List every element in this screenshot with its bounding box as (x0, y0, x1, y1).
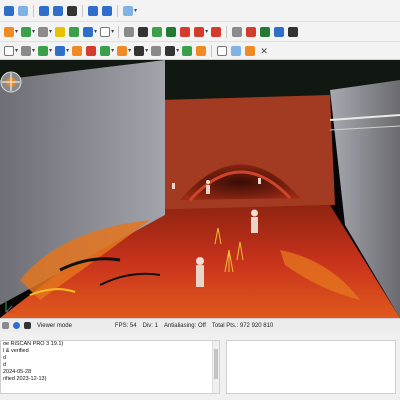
flag-icon[interactable] (245, 45, 256, 56)
total-points-readout: Total Pts.: 972 920 810 (211, 322, 274, 329)
plane-icon[interactable] (165, 45, 176, 56)
scanner-icon[interactable] (86, 45, 97, 56)
separator (33, 4, 34, 17)
measure-icon[interactable] (100, 45, 111, 56)
color-icon[interactable] (83, 26, 94, 37)
point-cloud-viewport[interactable] (0, 60, 400, 318)
person-figure (206, 180, 210, 194)
copy-icon[interactable] (217, 45, 228, 56)
cube-icon[interactable] (152, 26, 163, 37)
separator (226, 25, 228, 38)
axis-icon[interactable] (180, 26, 191, 37)
scrollbar-thumb[interactable] (214, 349, 218, 379)
object-icon[interactable] (4, 26, 14, 37)
info-line: d (3, 355, 7, 361)
fps-readout: FPS: 54 (114, 322, 137, 329)
info-line: 2024-05-28 (3, 369, 32, 375)
forward-icon[interactable] (102, 5, 112, 16)
properties-panel[interactable] (226, 340, 396, 394)
tunnel-point-cloud[interactable] (0, 60, 400, 318)
pin-icon[interactable] (124, 26, 135, 37)
status-bar: Viewer mode FPS: 54 Div: 1 Antialiasing:… (0, 318, 400, 332)
edit-icon[interactable] (18, 5, 28, 16)
walk-icon[interactable] (182, 45, 193, 56)
paste-icon[interactable] (231, 45, 242, 56)
save-all-icon[interactable] (53, 5, 63, 16)
rotate-icon[interactable] (194, 26, 205, 37)
table-icon[interactable] (246, 26, 257, 37)
antialiasing-readout: Antialiasing: Off (163, 322, 206, 329)
sphere-icon[interactable] (134, 45, 145, 56)
bottom-panel-area: oe RiSCAN PRO 3 19.1) l & verified d d 2… (0, 332, 400, 400)
chevron-down-icon[interactable]: ▾ (15, 28, 18, 35)
dot-icon[interactable] (151, 45, 162, 56)
wrench-icon[interactable] (232, 26, 243, 37)
close-icon[interactable]: ✕ (259, 46, 269, 56)
chevron-down-icon[interactable]: ▾ (66, 47, 69, 54)
chevron-down-icon[interactable]: ▾ (176, 47, 179, 54)
info-line: d (3, 362, 7, 368)
chevron-down-icon[interactable]: ▾ (32, 28, 35, 35)
green-cube-icon[interactable] (166, 26, 177, 37)
grid-view-icon[interactable] (55, 45, 66, 56)
filter-icon[interactable] (69, 26, 80, 37)
info-line: oe RiSCAN PRO 3 19.1) (3, 341, 64, 347)
separator (211, 44, 213, 57)
cloud-icon[interactable] (21, 45, 32, 56)
chevron-down-icon[interactable]: ▾ (49, 47, 52, 54)
fly-icon[interactable] (196, 45, 207, 56)
globe-icon[interactable] (274, 26, 285, 37)
chevron-down-icon[interactable]: ▾ (111, 28, 114, 35)
person-figure (251, 209, 258, 233)
person-figure (196, 257, 204, 287)
info-icon[interactable] (288, 26, 299, 37)
grid-icon[interactable] (4, 5, 14, 16)
viewer-mode-label: Viewer mode (37, 322, 72, 329)
chevron-down-icon[interactable]: ▾ (111, 47, 114, 54)
info-icon[interactable] (13, 322, 20, 329)
palette-icon[interactable] (72, 45, 83, 56)
orientation-compass[interactable] (0, 71, 22, 93)
save-icon[interactable] (39, 5, 49, 16)
separator (118, 25, 120, 38)
chevron-down-icon[interactable]: ▾ (32, 47, 35, 54)
tree-icon[interactable] (260, 26, 271, 37)
info-line: l & verified (3, 348, 29, 354)
toolbar-row-3: ▾ ▾ ▾ ▾ ▾ ▾ ▾ ▾ ✕ (0, 42, 400, 60)
chevron-down-icon[interactable]: ▾ (134, 7, 137, 14)
triangle-icon[interactable] (38, 45, 49, 56)
chevron-down-icon[interactable]: ▾ (205, 28, 208, 35)
div-readout: Div: 1 (142, 322, 158, 329)
chevron-down-icon[interactable]: ▾ (145, 47, 148, 54)
separator (117, 4, 118, 17)
info-line: rified 2023-12-13) (3, 376, 47, 382)
render-icon[interactable] (100, 26, 111, 37)
info-scrollbar[interactable] (212, 341, 219, 393)
info-panel[interactable]: oe RiSCAN PRO 3 19.1) l & verified d d 2… (0, 340, 220, 394)
save-icon[interactable] (24, 322, 31, 329)
chevron-down-icon[interactable]: ▾ (94, 28, 97, 35)
view-menu-icon[interactable] (123, 5, 133, 16)
slope-icon[interactable] (117, 45, 128, 56)
separator (82, 4, 83, 17)
print-icon[interactable] (67, 5, 77, 16)
camera-icon[interactable] (2, 322, 9, 329)
chevron-down-icon[interactable]: ▾ (128, 47, 131, 54)
chevron-down-icon[interactable]: ▾ (49, 28, 52, 35)
folder-icon[interactable] (21, 26, 32, 37)
back-icon[interactable] (88, 5, 98, 16)
layers-icon[interactable] (55, 26, 66, 37)
tools-icon[interactable] (38, 26, 49, 37)
target-icon[interactable] (138, 26, 149, 37)
chevron-down-icon[interactable]: ▾ (15, 47, 18, 54)
tag-icon[interactable] (211, 26, 222, 37)
toolbar-row-2: ▾ ▾ ▾ ▾ ▾ ▾ (0, 22, 400, 42)
frame-icon[interactable] (4, 45, 14, 56)
toolbar-row-1: ▾ (0, 0, 400, 22)
